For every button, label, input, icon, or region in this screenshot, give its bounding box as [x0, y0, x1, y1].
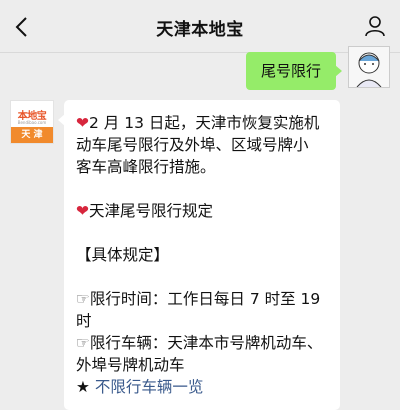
pointing-hand-icon: ☞: [76, 290, 90, 308]
message-line: 动车尾号限行及外埠、区域号牌小: [76, 136, 309, 154]
message-line: 客车高峰限行措施。: [76, 158, 216, 176]
chat-header: 天津本地宝: [0, 0, 400, 53]
pointing-hand-icon: ☞: [76, 334, 90, 352]
message-link-line[interactable]: ★ 不限行车辆一览: [76, 376, 338, 398]
message-line: 外埠号牌机动车: [76, 356, 185, 374]
incoming-message-bubble[interactable]: ❤2 月 13 日起，天津市恢复实施机 动车尾号限行及外埠、区域号牌小 客车高峰…: [58, 100, 340, 410]
logo-domain: Bendibao.com: [17, 120, 47, 125]
heart-icon: ❤: [76, 202, 89, 220]
message-line: ❤2 月 13 日起，天津市恢复实施机: [76, 114, 320, 132]
heart-icon: ❤: [76, 114, 89, 132]
message-line: ☞限行车辆：天津本市号牌机动车、: [76, 334, 323, 352]
person-icon[interactable]: [364, 15, 386, 37]
message-line: 时: [76, 312, 92, 330]
logo-city: 天 津: [11, 127, 53, 143]
message-line: 【具体规定】: [76, 246, 170, 264]
message-line: ❤天津尾号限行规定: [76, 202, 214, 220]
message-line: ☞限行时间：工作日每日 7 时至 19: [76, 290, 321, 308]
star-icon: ★: [76, 378, 90, 396]
bot-avatar[interactable]: 本地宝 Bendibao.com 天 津: [10, 100, 54, 144]
user-avatar[interactable]: [348, 46, 390, 88]
outgoing-message-text: 尾号限行: [260, 62, 321, 80]
chat-title: 天津本地宝: [156, 20, 244, 40]
outgoing-message-bubble[interactable]: 尾号限行: [246, 52, 342, 90]
unrestricted-vehicles-link[interactable]: 不限行车辆一览: [95, 378, 204, 396]
cartoon-avatar-icon: [356, 52, 382, 88]
